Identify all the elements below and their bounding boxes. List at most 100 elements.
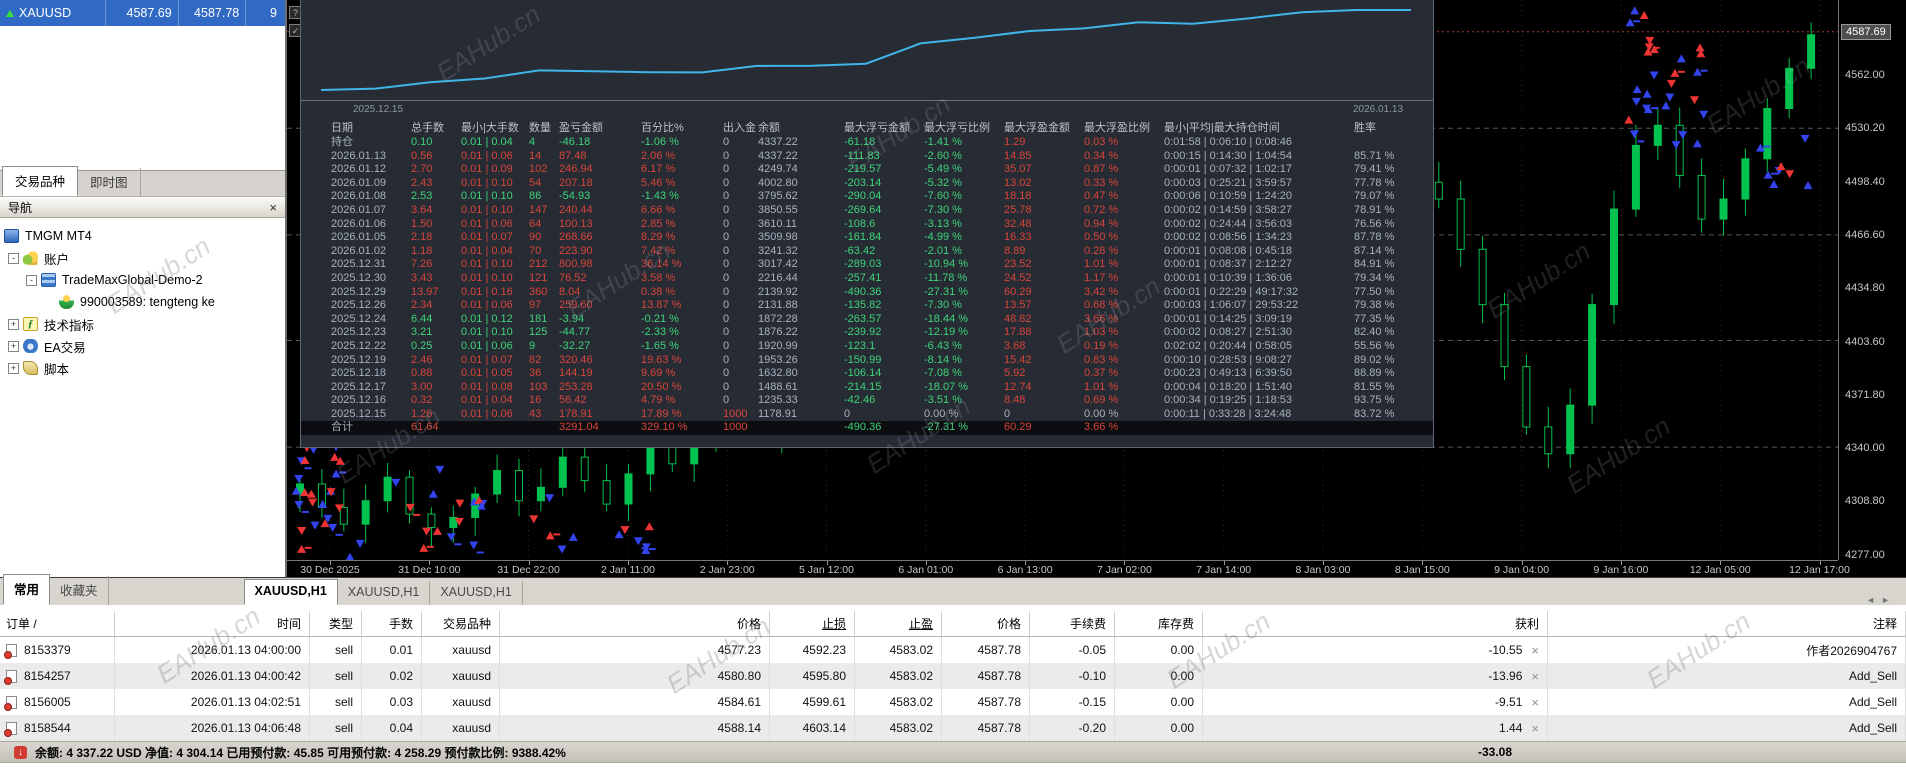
sidebar-item-scripts[interactable]: + 脚本 [0, 357, 285, 379]
orders-header-cell[interactable]: 手续费 [1030, 611, 1115, 637]
chart-tab[interactable]: XAUUSD,H1 [243, 579, 338, 605]
sidebar-item-account[interactable]: 990003589: tengteng ke [0, 291, 285, 313]
tree-item-label: TMGM MT4 [25, 229, 92, 243]
close-order-icon[interactable]: × [1531, 695, 1539, 710]
current-price-box: 4587.69 [1841, 24, 1891, 40]
orders-header-cell[interactable]: 类型 [310, 611, 362, 637]
time-axis-label: 8 Jan 15:00 [1394, 564, 1450, 576]
sidebar-item-experts[interactable]: + EA交易 [0, 335, 285, 357]
sidebar-item-server[interactable]: - TradeMaxGlobal-Demo-2 [0, 269, 285, 291]
tree-expander-icon[interactable]: - [8, 252, 19, 264]
sidebar-item-indicators[interactable]: + ƒ 技术指标 [0, 313, 285, 335]
stats-row: 2025.12.17 3.00 0.01 | 0.08 103 253.28 20.50 … [331, 380, 1395, 393]
orders-header-cell[interactable]: 库存费 [1115, 611, 1203, 637]
close-icon[interactable]: × [269, 201, 277, 214]
order-row[interactable]: 8156005 2026.01.13 04:02:51 sell 0.03 xauusd… [0, 689, 1906, 715]
stats-row: 2025.12.26 2.34 0.01 | 0.06 97 259.60 13.87 %… [331, 299, 1395, 312]
orders-table: 8153379 2026.01.13 04:00:00 sell 0.01 xauusd… [0, 637, 1906, 741]
terminal-panel: 订单 / 时间 类型 手数 交易品种 价格 止损 止盈 价格 手续费 库存费 获利 注释 8153379… [0, 605, 1906, 781]
navigator-title: 导航 [8, 200, 33, 215]
stats-row: 2025.12.30 3.43 0.01 | 0.10 121 76.52 3.58 % 0… [331, 271, 1395, 284]
tree-item-label: 技术指标 [44, 318, 95, 333]
stats-total-row: 合计 61.64 3291.04 329.10 % 1000 -490.36 -27.31 … [301, 421, 1433, 436]
order-row[interactable]: 8158544 2026.01.13 04:06:48 sell 0.04 xauusd… [0, 715, 1906, 741]
orders-header-cell[interactable]: 止损 [770, 611, 855, 637]
stats-row: 2025.12.23 3.21 0.01 | 0.10 125 -44.77 -2.33 … [331, 326, 1395, 339]
experts-icon [23, 339, 38, 353]
orders-header-cell[interactable]: 获利 [1203, 611, 1548, 637]
close-order-icon[interactable]: × [1531, 721, 1539, 736]
tab-scroll-arrows[interactable]: ◄► [1866, 595, 1906, 605]
tree-item-label: 账户 [44, 252, 70, 267]
close-order-icon[interactable]: × [1531, 669, 1539, 684]
time-axis-label: 31 Dec 22:00 [497, 564, 560, 576]
price-axis[interactable]: 4587.69 4562.00 4530.20 4498.40 4466.60 4434… [1838, 0, 1906, 561]
time-axis-label: 9 Jan 04:00 [1494, 564, 1550, 576]
market-watch-tabs: 交易品种 即时图 [0, 166, 285, 196]
market-watch-tab-inactive[interactable]: 即时图 [78, 168, 141, 196]
tree-expander-icon[interactable]: + [8, 318, 19, 330]
orders-header-cell[interactable]: 止盈 [855, 611, 942, 637]
orders-header-cell[interactable]: 时间 [115, 611, 310, 637]
terminal-tab[interactable]: 常用 [3, 574, 51, 605]
time-axis-label: 5 Jan 12:00 [799, 564, 854, 576]
orders-table-header: 订单 / 时间 类型 手数 交易品种 价格 止损 止盈 价格 手续费 库存费 获利 注释 [0, 611, 1906, 637]
equity-start-date: 2025.12.15 [353, 104, 404, 115]
chart-area[interactable]: ? ✓ 2025.12.15 2026.01.13 日期 总手数 最小|大手数 数量盈… [287, 0, 1906, 577]
navigator-tree: TMGM MT4- 账户 - TradeMaxGlobal-Demo-2 9900035… [0, 219, 285, 575]
floating-profit-total: -33.08 [1477, 745, 1512, 759]
trade-status-icon: ↓ [14, 745, 27, 759]
stats-row: 2026.01.09 2.43 0.01 | 0.10 54 207.18 5.46 % 0… [331, 176, 1395, 189]
indicators-icon: ƒ [23, 317, 38, 331]
stats-row: 2026.01.13 0.56 0.01 | 0.06 14 87.48 2.06 % 0 4… [331, 149, 1395, 162]
orders-header-cell[interactable]: 注释 [1548, 611, 1906, 637]
stats-row: 2025.12.16 0.32 0.01 | 0.04 16 56.42 4.79 % 0 1… [331, 394, 1395, 407]
time-axis-label: 6 Jan 13:00 [997, 564, 1053, 576]
sidebar-item-platform[interactable]: TMGM MT4 [0, 225, 285, 247]
chart-tab[interactable]: XAUUSD,H1 [338, 581, 431, 605]
tree-expander-icon[interactable]: + [8, 340, 19, 352]
stats-row: 2026.01.12 2.70 0.01 | 0.09 102 246.94 6.17 %… [331, 163, 1395, 176]
price-axis-label: 4434.80 [1845, 282, 1885, 295]
tree-expander-icon[interactable]: + [8, 362, 19, 374]
orders-header-cell[interactable]: 交易品种 [422, 611, 500, 637]
account-icon [59, 295, 74, 309]
market-watch-body [0, 26, 285, 170]
platform-icon [4, 229, 19, 243]
tree-expander-icon[interactable]: - [26, 274, 37, 286]
order-doc-icon [4, 721, 17, 737]
equity-end-date: 2026.01.13 [1353, 104, 1404, 115]
stats-row: 2025.12.24 6.44 0.01 | 0.12 181 -3.94 -0.21 %… [331, 312, 1395, 325]
sidebar-item-accounts[interactable]: - 账户 [0, 247, 285, 269]
orders-header-cell[interactable]: 手数 [362, 611, 422, 637]
price-axis-label: 4562.00 [1845, 69, 1885, 81]
time-axis-label: 12 Jan 17:00 [1789, 564, 1850, 576]
price-axis-label: 4498.40 [1845, 175, 1885, 188]
stats-row: 2025.12.19 2.46 0.01 | 0.07 82 320.46 19.63 %… [331, 353, 1395, 366]
time-axis-label: 31 Dec 10:00 [398, 564, 461, 576]
order-row[interactable]: 8154257 2026.01.13 04:00:42 sell 0.02 xauusd… [0, 663, 1906, 689]
tree-item-label: TradeMaxGlobal-Demo-2 [62, 273, 203, 287]
order-row[interactable]: 8153379 2026.01.13 04:00:00 sell 0.01 xauusd… [0, 637, 1906, 663]
price-axis-label: 4371.80 [1845, 388, 1885, 401]
terminal-tab[interactable]: 收藏夹 [50, 576, 109, 605]
market-watch-symbol-row[interactable]: XAUUSD 4587.69 4587.78 9 [0, 0, 285, 26]
tree-item-label: 脚本 [44, 362, 70, 377]
market-watch-tab-active[interactable]: 交易品种 [2, 166, 79, 196]
accounts-icon [23, 251, 38, 265]
order-doc-icon [4, 643, 17, 659]
scripts-icon [23, 361, 38, 375]
stats-row: 2026.01.05 2.18 0.01 | 0.07 90 268.66 8.29 % 0… [331, 231, 1395, 244]
time-axis[interactable]: 30 Dec 2025 31 Dec 10:00 31 Dec 22:00 2 Jan… [287, 560, 1850, 577]
close-order-icon[interactable]: × [1531, 643, 1539, 658]
navigator-titlebar: 导航 × [0, 196, 285, 218]
equity-curve-chart [301, 0, 1433, 101]
stats-row: 2025.12.15 1.26 0.01 | 0.06 43 178.91 17.89 %… [331, 407, 1395, 420]
time-axis-label: 6 Jan 01:00 [898, 564, 954, 576]
server-icon [41, 273, 56, 287]
orders-header-cell[interactable]: 价格 [942, 611, 1030, 637]
orders-header-cell[interactable]: 订单 / [0, 611, 115, 637]
stats-row: 2026.01.08 2.53 0.01 | 0.10 86 -54.93 -1.43 %… [331, 190, 1395, 203]
chart-tab[interactable]: XAUUSD,H1 [430, 581, 523, 605]
orders-header-cell[interactable]: 价格 [500, 611, 770, 637]
